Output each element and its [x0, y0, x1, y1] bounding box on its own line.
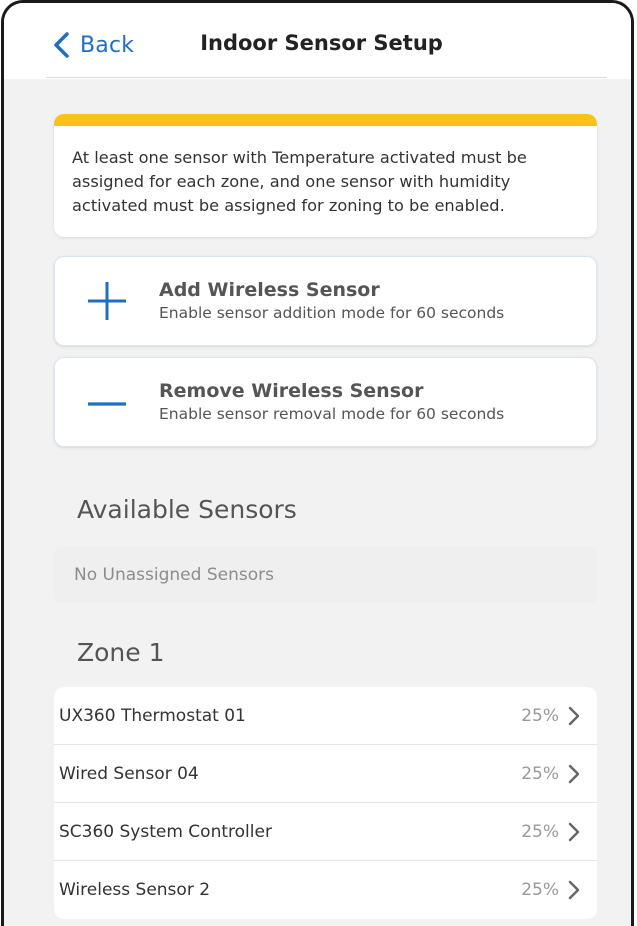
add-sensor-text: Add Wireless Sensor Enable sensor additi… [159, 278, 596, 324]
remove-sensor-title: Remove Wireless Sensor [159, 380, 424, 402]
nav-header: Back Indoor Sensor Setup [4, 3, 631, 79]
remove-wireless-sensor-button[interactable]: Remove Wireless Sensor Enable sensor rem… [54, 357, 597, 447]
sensor-value: 25% [521, 705, 559, 726]
sensor-name: UX360 Thermostat 01 [59, 705, 246, 726]
chevron-right-icon [568, 822, 580, 841]
chevron-right-icon [568, 880, 580, 900]
zone-1-heading: Zone 1 [77, 638, 165, 667]
sensor-row[interactable]: Wireless Sensor 2 25% [54, 861, 597, 919]
zoning-notice-card: At least one sensor with Temperature act… [54, 114, 597, 237]
header-divider [46, 77, 607, 78]
sensor-name: Wireless Sensor 2 [59, 880, 211, 900]
plus-icon [55, 256, 159, 346]
page-title: Indoor Sensor Setup [200, 31, 443, 55]
sensor-row[interactable]: UX360 Thermostat 01 25% [54, 687, 597, 745]
chevron-right-icon [568, 706, 580, 725]
notice-accent-bar [54, 114, 597, 126]
sensor-row[interactable]: SC360 System Controller 25% [54, 803, 597, 861]
sensor-value: 25% [521, 821, 559, 842]
device-frame: Back Indoor Sensor Setup At least one se… [1, 0, 634, 926]
no-unassigned-sensors-row: No Unassigned Sensors [54, 547, 597, 603]
zone-1-sensor-list: UX360 Thermostat 01 25% Wired Sensor 04 … [54, 687, 597, 919]
add-wireless-sensor-button[interactable]: Add Wireless Sensor Enable sensor additi… [54, 256, 597, 346]
sensor-value: 25% [521, 763, 559, 784]
remove-sensor-text: Remove Wireless Sensor Enable sensor rem… [159, 379, 596, 425]
notice-text: At least one sensor with Temperature act… [72, 148, 527, 215]
sensor-name: Wired Sensor 04 [59, 763, 199, 784]
remove-sensor-subtitle: Enable sensor removal mode for 60 second… [159, 405, 505, 423]
sensor-value: 25% [521, 880, 559, 900]
minus-icon [55, 357, 159, 447]
chevron-right-icon [568, 764, 580, 783]
content-area: At least one sensor with Temperature act… [4, 79, 631, 926]
add-sensor-title: Add Wireless Sensor [159, 279, 380, 301]
sensor-name: SC360 System Controller [59, 821, 272, 842]
add-sensor-subtitle: Enable sensor addition mode for 60 secon… [159, 304, 505, 322]
available-sensors-heading: Available Sensors [77, 495, 297, 524]
sensor-row[interactable]: Wired Sensor 04 25% [54, 745, 597, 803]
